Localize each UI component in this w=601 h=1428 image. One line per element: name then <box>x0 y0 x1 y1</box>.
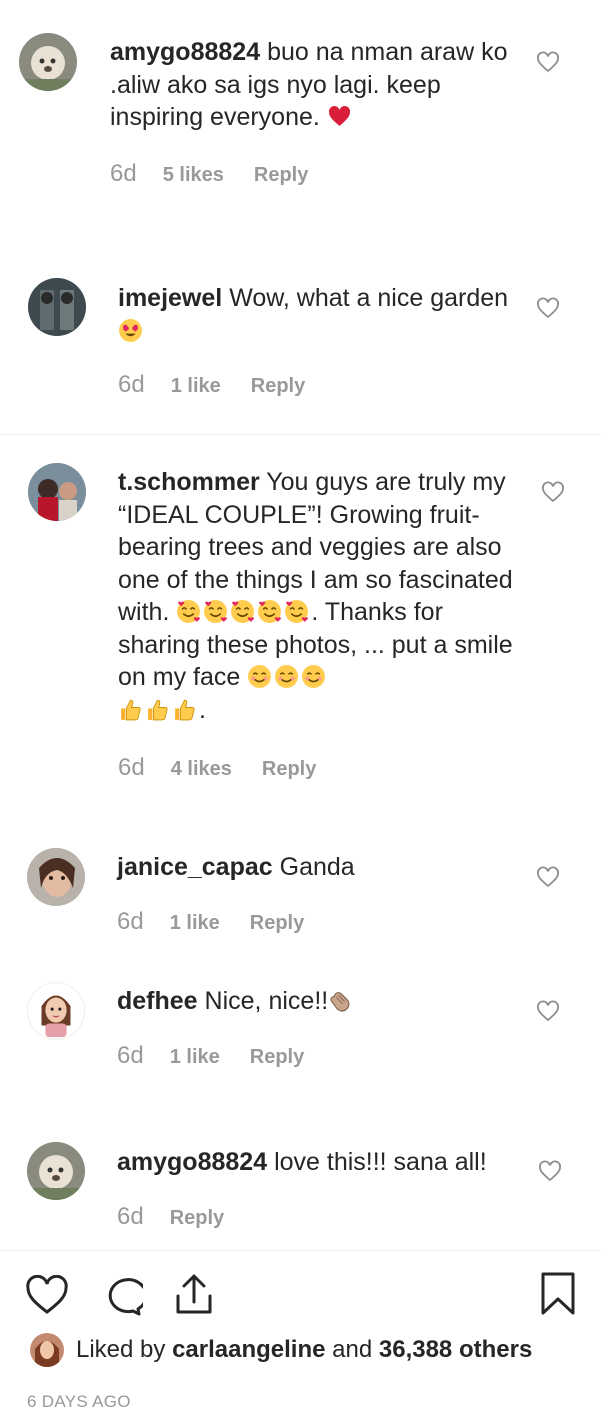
comment-bubble-icon[interactable] <box>101 1276 143 1316</box>
comment-likes[interactable]: 1 like <box>171 375 221 398</box>
comment-username[interactable]: defhee <box>117 987 198 1015</box>
comment-body: Ganda <box>279 853 355 881</box>
like-comment-icon[interactable] <box>536 1000 560 1022</box>
smiling-blush-emoji <box>301 664 326 689</box>
red-heart-emoji <box>327 104 352 129</box>
like-comment-icon[interactable] <box>536 866 560 888</box>
comment-likes[interactable]: 1 like <box>170 912 220 935</box>
comment-age: 6d <box>118 754 145 781</box>
comment-age: 6d <box>117 1203 144 1230</box>
comment-body-end: . <box>199 695 206 724</box>
smiling-hearts-emoji <box>176 599 201 624</box>
avatar[interactable] <box>30 1333 64 1367</box>
smiling-hearts-emoji-group <box>176 598 311 626</box>
reply-button[interactable]: Reply <box>250 1046 304 1069</box>
comment-age: 6d <box>118 371 145 398</box>
reply-button[interactable]: Reply <box>170 1207 224 1230</box>
comment-meta: 6d 1 like Reply <box>117 1042 304 1070</box>
like-comment-icon[interactable] <box>536 297 560 319</box>
share-upload-icon[interactable] <box>172 1272 216 1316</box>
divider <box>0 434 601 435</box>
like-comment-icon[interactable] <box>538 1160 562 1182</box>
avatar[interactable] <box>28 463 86 521</box>
clapping-hands-emoji <box>328 988 353 1013</box>
heart-outline-icon[interactable] <box>25 1275 69 1315</box>
comment-meta: 6d 1 like Reply <box>117 908 304 936</box>
liked-by-user[interactable]: carlaangeline <box>172 1336 325 1364</box>
post-timestamp[interactable]: 6 DAYS AGO <box>27 1392 131 1412</box>
comment-text: janice_capac Ganda <box>117 851 517 884</box>
comment-username[interactable]: amygo88824 <box>110 38 260 66</box>
heart-eyes-emoji <box>118 318 143 343</box>
liked-by-others[interactable]: 36,388 others <box>379 1336 532 1364</box>
smiling-hearts-emoji <box>284 599 309 624</box>
smiling-hearts-emoji <box>203 599 228 624</box>
avatar[interactable] <box>27 982 85 1040</box>
liked-by-row: Liked by carlaangeline and 36,388 others <box>30 1333 532 1367</box>
comment-meta: 6d 4 likes Reply <box>118 754 316 782</box>
divider <box>0 1250 601 1251</box>
liked-by-mid: and <box>332 1336 373 1363</box>
avatar[interactable] <box>27 848 85 906</box>
comment-age: 6d <box>117 908 144 935</box>
comment-username[interactable]: amygo88824 <box>117 1148 267 1176</box>
comment-meta: 6d Reply <box>117 1203 224 1231</box>
avatar[interactable] <box>28 278 86 336</box>
comment-meta: 6d 5 likes Reply <box>110 160 308 188</box>
reply-button[interactable]: Reply <box>251 375 305 398</box>
comment-username[interactable]: t.schommer <box>118 468 260 496</box>
comment-meta: 6d 1 like Reply <box>118 371 305 399</box>
reply-button[interactable]: Reply <box>262 758 316 781</box>
comment-username[interactable]: janice_capac <box>117 853 273 881</box>
avatar[interactable] <box>27 1142 85 1200</box>
thumbs-up-emoji-group <box>118 696 199 724</box>
comment-text: amygo88824 love this!!! sana all! <box>117 1146 517 1179</box>
comment-text: t.schommer You guys are truly my “IDEAL … <box>118 466 523 726</box>
thumbs-up-emoji <box>172 697 197 722</box>
smiling-blush-emoji <box>247 664 272 689</box>
reply-button[interactable]: Reply <box>250 912 304 935</box>
comment-text: amygo88824 buo na nman araw ko .aliw ako… <box>110 36 510 134</box>
liked-by-prefix: Liked by <box>76 1336 166 1363</box>
comment-likes[interactable]: 5 likes <box>163 164 224 187</box>
avatar[interactable] <box>19 33 77 91</box>
comment-text: imejewel Wow, what a nice garden <box>118 282 518 347</box>
thumbs-up-emoji <box>118 697 143 722</box>
reply-button[interactable]: Reply <box>254 164 308 187</box>
smiling-hearts-emoji <box>230 599 255 624</box>
like-comment-icon[interactable] <box>536 51 560 73</box>
smiling-hearts-emoji <box>257 599 282 624</box>
smiling-blush-emoji <box>274 664 299 689</box>
comment-username[interactable]: imejewel <box>118 284 222 312</box>
comment-text: defhee Nice, nice!! <box>117 985 517 1018</box>
comment-age: 6d <box>117 1042 144 1069</box>
bookmark-icon[interactable] <box>540 1272 576 1316</box>
comment-body: Nice, nice!! <box>204 987 329 1015</box>
smiling-blush-emoji-group <box>247 663 328 691</box>
post-action-bar <box>0 1268 601 1318</box>
comment-likes[interactable]: 1 like <box>170 1046 220 1069</box>
like-comment-icon[interactable] <box>541 481 565 503</box>
thumbs-up-emoji <box>145 697 170 722</box>
comment-body: Wow, what a nice garden <box>229 284 509 312</box>
comment-likes[interactable]: 4 likes <box>171 758 232 781</box>
comment-body: love this!!! sana all! <box>274 1148 487 1176</box>
comment-age: 6d <box>110 160 137 187</box>
